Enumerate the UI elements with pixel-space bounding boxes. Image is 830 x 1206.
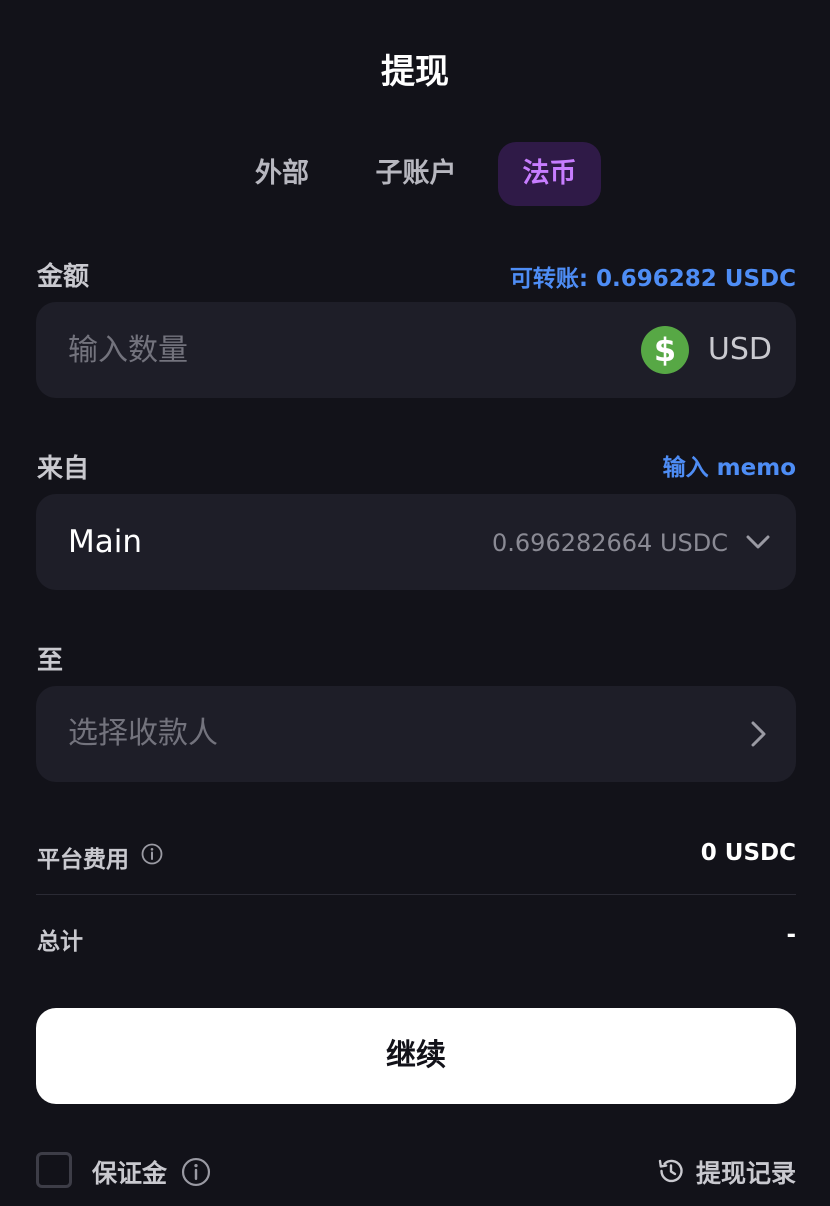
platform-fee-label: 平台费用 [37, 847, 129, 873]
continue-button[interactable]: 继续 [36, 1008, 796, 1104]
currency-label: USD [707, 332, 772, 367]
platform-fee-value: 0 USDC [700, 840, 796, 866]
to-label: 至 [37, 646, 64, 676]
withdraw-tabs: 外部 子账户 法币 [0, 142, 830, 206]
amount-label: 金额 [37, 262, 90, 292]
from-label: 来自 [37, 454, 90, 484]
dollar-coin-icon: $ [641, 326, 689, 374]
divider [36, 894, 796, 895]
total-label: 总计 [37, 929, 83, 955]
chevron-down-icon [746, 535, 770, 549]
tab-fiat[interactable]: 法币 [498, 142, 601, 206]
amount-input[interactable] [68, 302, 608, 398]
from-account-name: Main [68, 524, 143, 560]
available-balance-link[interactable]: 可转账: 0.696282 USDC [510, 259, 796, 293]
tab-sub-account[interactable]: 子账户 [360, 142, 472, 206]
margin-label: 保证金 [92, 1159, 168, 1188]
from-account-select[interactable]: Main 0.696282664 USDC [36, 494, 796, 590]
recipient-placeholder: 选择收款人 [68, 716, 218, 751]
recipient-select[interactable]: 选择收款人 [36, 686, 796, 782]
amount-field: $ USD [36, 302, 796, 398]
margin-checkbox[interactable] [36, 1152, 72, 1188]
tab-external[interactable]: 外部 [238, 142, 326, 206]
info-icon[interactable] [141, 843, 163, 865]
history-icon[interactable] [656, 1156, 686, 1186]
enter-memo-link[interactable]: 输入 memo [663, 448, 796, 482]
withdraw-history-link[interactable]: 提现记录 [696, 1154, 796, 1190]
total-value: - [786, 922, 796, 948]
page-title: 提现 [381, 52, 449, 92]
from-account-balance: 0.696282664 USDC [492, 529, 728, 557]
chevron-right-icon [751, 721, 766, 747]
margin-info-icon[interactable] [181, 1157, 211, 1187]
